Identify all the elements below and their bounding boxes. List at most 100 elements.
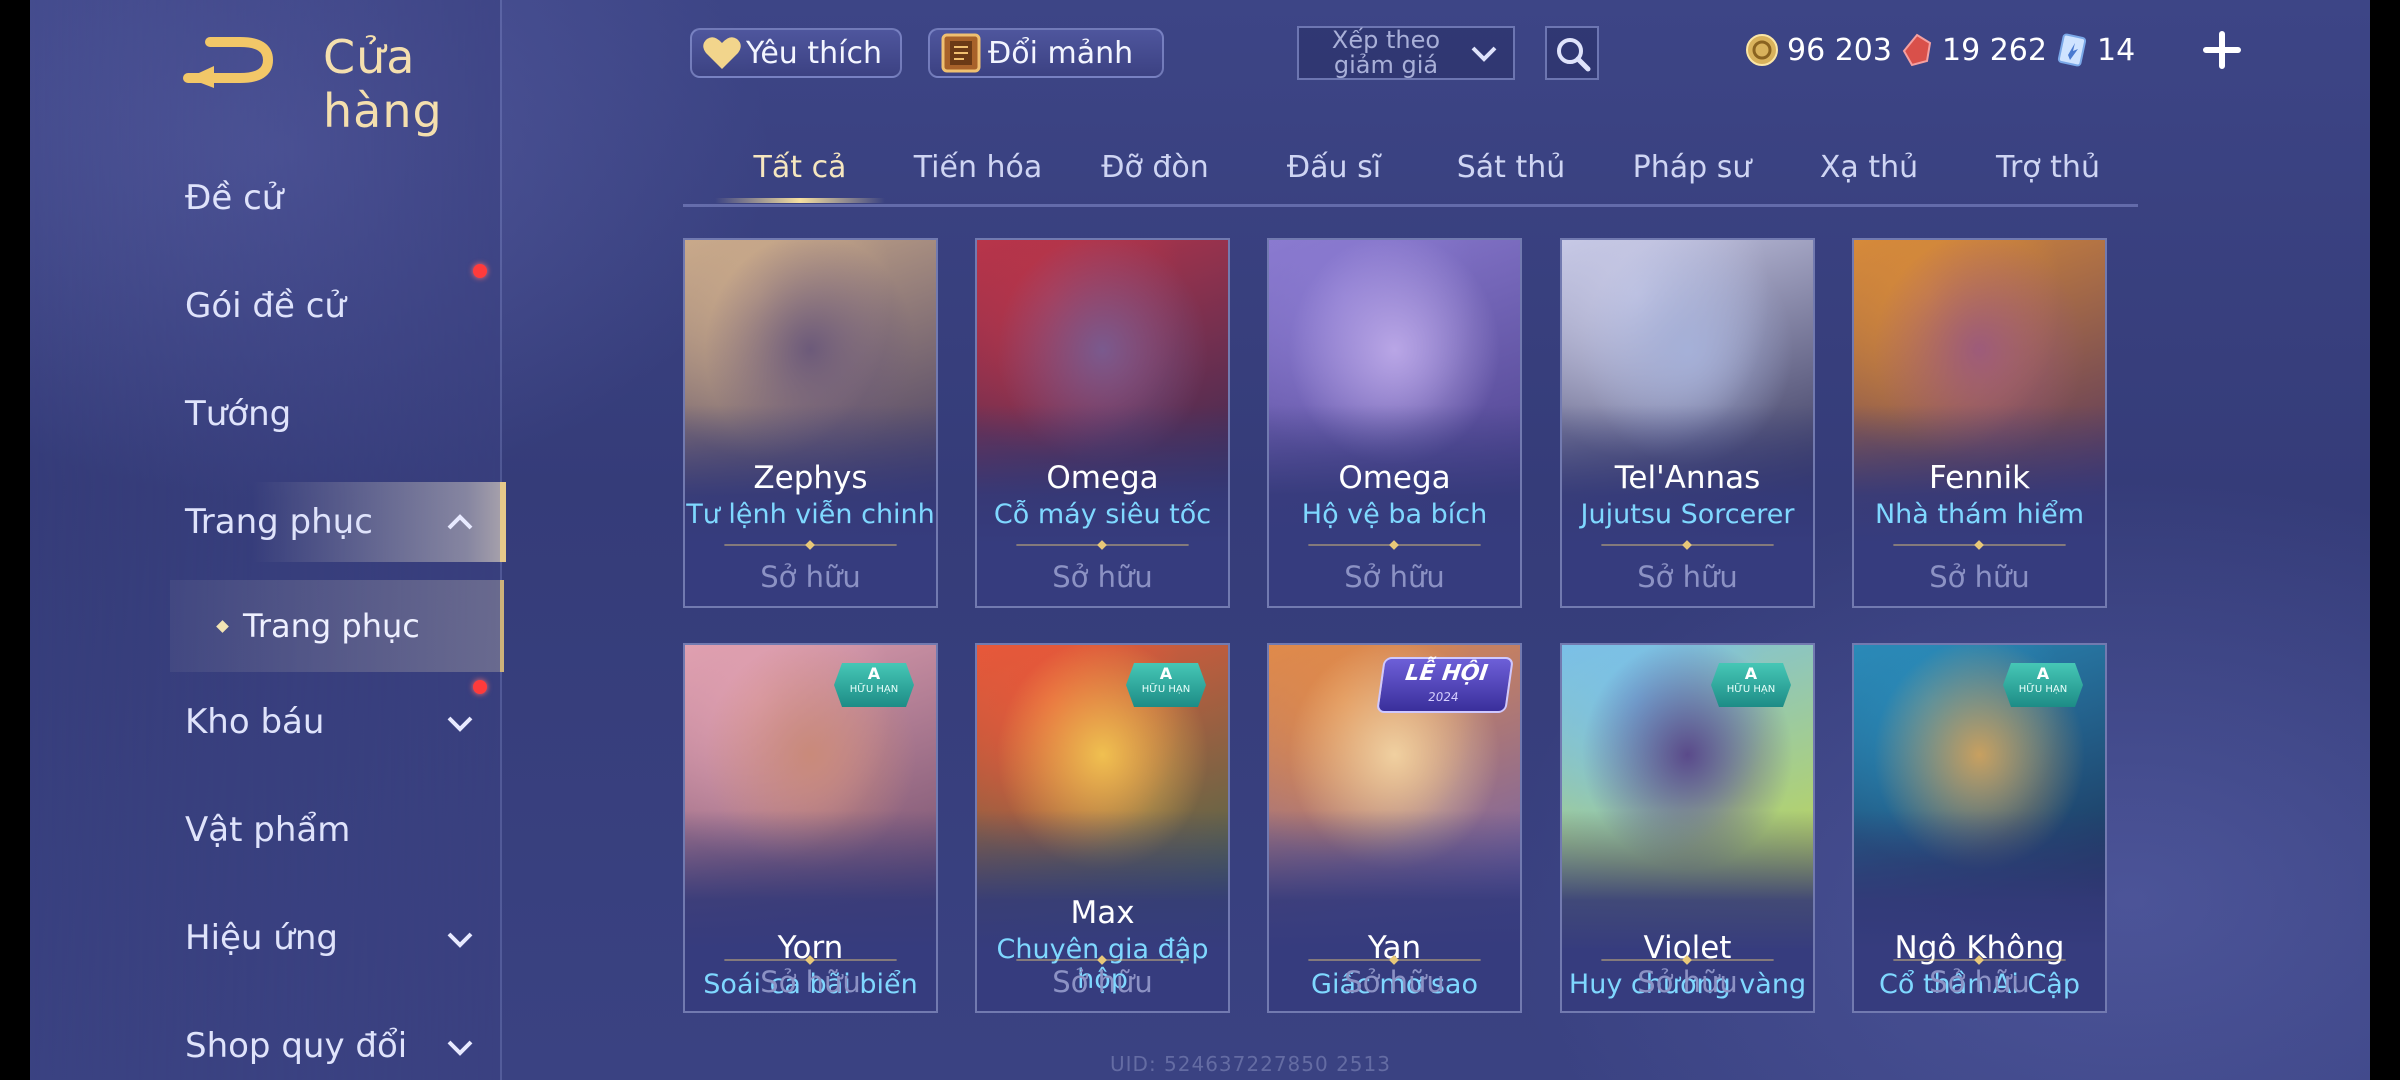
limited-badge: A HỮU HẠN: [834, 663, 914, 707]
skin-card[interactable]: Ngô Không Cổ thần Ai Cập Sở hữu A HỮU HẠN: [1852, 643, 2107, 1013]
add-currency-button[interactable]: [2200, 28, 2244, 72]
skin-card[interactable]: Fennik Nhà thám hiểm Sở hữu: [1852, 238, 2107, 608]
page-title: Cửa hàng: [323, 30, 443, 138]
divider-ornament: [1308, 540, 1481, 550]
sidebar-subitem-label: Trang phục: [243, 607, 420, 645]
gold-currency: 96 203: [1745, 28, 1892, 72]
sidebar-item-0[interactable]: Đề cử: [30, 158, 500, 238]
divider-ornament: [1016, 540, 1189, 550]
exchange-shards-button[interactable]: Đổi mảnh: [928, 28, 1164, 78]
uid-watermark: UID: 524637227850 2513: [1110, 1052, 1391, 1076]
sidebar-item-2[interactable]: Tướng: [30, 374, 500, 454]
tab-7[interactable]: Trợ thủ: [1996, 150, 2100, 185]
sort-label: Xếp theo giảm giá: [1331, 26, 1441, 79]
divider-ornament: [1601, 955, 1774, 965]
tab-1[interactable]: Tiến hóa: [914, 150, 1043, 185]
badge-rank: A: [1159, 664, 1173, 683]
chevron-down-icon: [1471, 46, 1497, 62]
sidebar-item-label: Đề cử: [185, 178, 284, 218]
divider-ornament: [724, 955, 897, 965]
treasure-book-icon: [941, 33, 981, 73]
tab-3[interactable]: Đấu sĩ: [1287, 150, 1381, 185]
skin-card[interactable]: Yorn Soái ca bãi biển Sở hữu A HỮU HẠN: [683, 643, 938, 1013]
back-arrow-icon[interactable]: [180, 30, 280, 90]
owned-status: Sở hữu: [1344, 965, 1445, 999]
voucher-amount: 14: [2097, 32, 2136, 68]
sidebar-item-4[interactable]: Kho báu: [30, 682, 500, 762]
owned-status: Sở hữu: [1637, 965, 1738, 999]
shop-screen: Cửa hàng Đề cử Gói đề cử Tướng Trang phục Kh…: [30, 0, 2370, 1080]
notification-dot: [473, 680, 487, 694]
divider-ornament: [1601, 540, 1774, 550]
skin-name: Cỗ máy siêu tốc: [993, 499, 1212, 530]
badge-title: LỄ HỘI: [1403, 661, 1490, 686]
sidebar-item-6[interactable]: Hiệu ứng: [30, 898, 500, 978]
divider-ornament: [1893, 540, 2066, 550]
owned-status: Sở hữu: [760, 560, 861, 594]
skin-name: Hộ vệ ba bích: [1301, 499, 1488, 530]
sidebar: Cửa hàng Đề cử Gói đề cử Tướng Trang phục Kh…: [30, 0, 506, 1080]
owned-status: Sở hữu: [1929, 560, 2030, 594]
sidebar-item-1[interactable]: Gói đề cử: [30, 266, 500, 346]
skin-name: Nhà thám hiểm: [1874, 499, 2085, 530]
hero-name: Zephys: [753, 460, 868, 496]
hero-name: Omega: [1338, 460, 1451, 496]
tab-2[interactable]: Đỡ đòn: [1101, 150, 1209, 185]
hero-name: Omega: [1046, 460, 1159, 496]
skin-card[interactable]: Omega Cỗ máy siêu tốc Sở hữu: [975, 238, 1230, 608]
voucher-card-icon: [2057, 33, 2087, 67]
hero-name: Tel'Annas: [1614, 460, 1761, 496]
skin-card[interactable]: Violet Huy chương vàng Sở hữu A HỮU HẠN: [1560, 643, 1815, 1013]
sidebar-item-label: Shop quy đổi: [185, 1026, 408, 1066]
skin-card[interactable]: Tel'Annas Jujutsu Sorcerer Sở hữu: [1560, 238, 1815, 608]
sidebar-item-label: Hiệu ứng: [185, 918, 338, 958]
favorites-button[interactable]: Yêu thích: [690, 28, 902, 78]
badge-rank: A: [2036, 664, 2050, 683]
sidebar-item-label: Trang phục: [185, 502, 373, 542]
skin-card[interactable]: Yan Giấc mơ sao Sở hữu LỄ HỘI 2024: [1267, 643, 1522, 1013]
chevron-down-icon: [447, 1040, 473, 1056]
divider-ornament: [1893, 955, 2066, 965]
sidebar-item-label: Gói đề cử: [185, 286, 346, 326]
red-gem-icon: [1902, 33, 1932, 67]
search-icon: [1557, 38, 1591, 72]
sidebar-item-label: Kho báu: [185, 702, 325, 742]
owned-status: Sở hữu: [1344, 560, 1445, 594]
owned-status: Sở hữu: [1929, 965, 2030, 999]
tab-6[interactable]: Xạ thủ: [1820, 150, 1918, 185]
divider-ornament: [724, 540, 897, 550]
sidebar-subitem-costumes[interactable]: Trang phục: [170, 580, 504, 672]
owned-status: Sở hữu: [1637, 560, 1738, 594]
sidebar-item-5[interactable]: Vật phẩm: [30, 790, 500, 870]
notification-dot: [473, 264, 487, 278]
category-tabs: Tất cả Tiến hóa Đỡ đòn Đấu sĩ Sát thủ Pháp sư…: [683, 140, 2138, 207]
gem-currency: 19 262: [1900, 28, 2047, 72]
limited-badge: A HỮU HẠN: [1711, 663, 1791, 707]
badge-sub: HỮU HẠN: [1726, 684, 1776, 695]
tab-0[interactable]: Tất cả: [754, 150, 847, 185]
skin-name: Jujutsu Sorcerer: [1580, 499, 1795, 530]
chevron-down-icon: [447, 932, 473, 948]
festival-badge: LỄ HỘI 2024: [1376, 657, 1514, 713]
exchange-shards-label: Đổi mảnh: [988, 35, 1134, 71]
sort-dropdown[interactable]: Xếp theo giảm giá: [1297, 26, 1515, 80]
divider-ornament: [1016, 955, 1189, 965]
tab-4[interactable]: Sát thủ: [1457, 150, 1566, 185]
sidebar-item-label: Tướng: [185, 394, 292, 434]
sidebar-item-7[interactable]: Shop quy đổi: [30, 1006, 500, 1080]
hero-name: Max: [1070, 895, 1135, 931]
tab-5[interactable]: Pháp sư: [1633, 150, 1752, 185]
skin-card[interactable]: Omega Hộ vệ ba bích Sở hữu: [1267, 238, 1522, 608]
skin-card[interactable]: Max Chuyên gia đập hộp Sở hữu A HỮU HẠN: [975, 643, 1230, 1013]
chevron-up-icon: [447, 514, 473, 530]
limited-badge: A HỮU HẠN: [1126, 663, 1206, 707]
chevron-down-icon: [447, 716, 473, 732]
skin-card[interactable]: Zephys Tư lệnh viễn chinh Sở hữu: [683, 238, 938, 608]
search-button[interactable]: [1545, 26, 1599, 80]
sidebar-item-3[interactable]: Trang phục: [170, 482, 506, 562]
gold-amount: 96 203: [1787, 32, 1892, 68]
hero-name: Fennik: [1928, 460, 2031, 496]
badge-sub: 2024: [1427, 690, 1460, 704]
badge-rank: A: [1744, 664, 1758, 683]
owned-status: Sở hữu: [760, 965, 861, 999]
